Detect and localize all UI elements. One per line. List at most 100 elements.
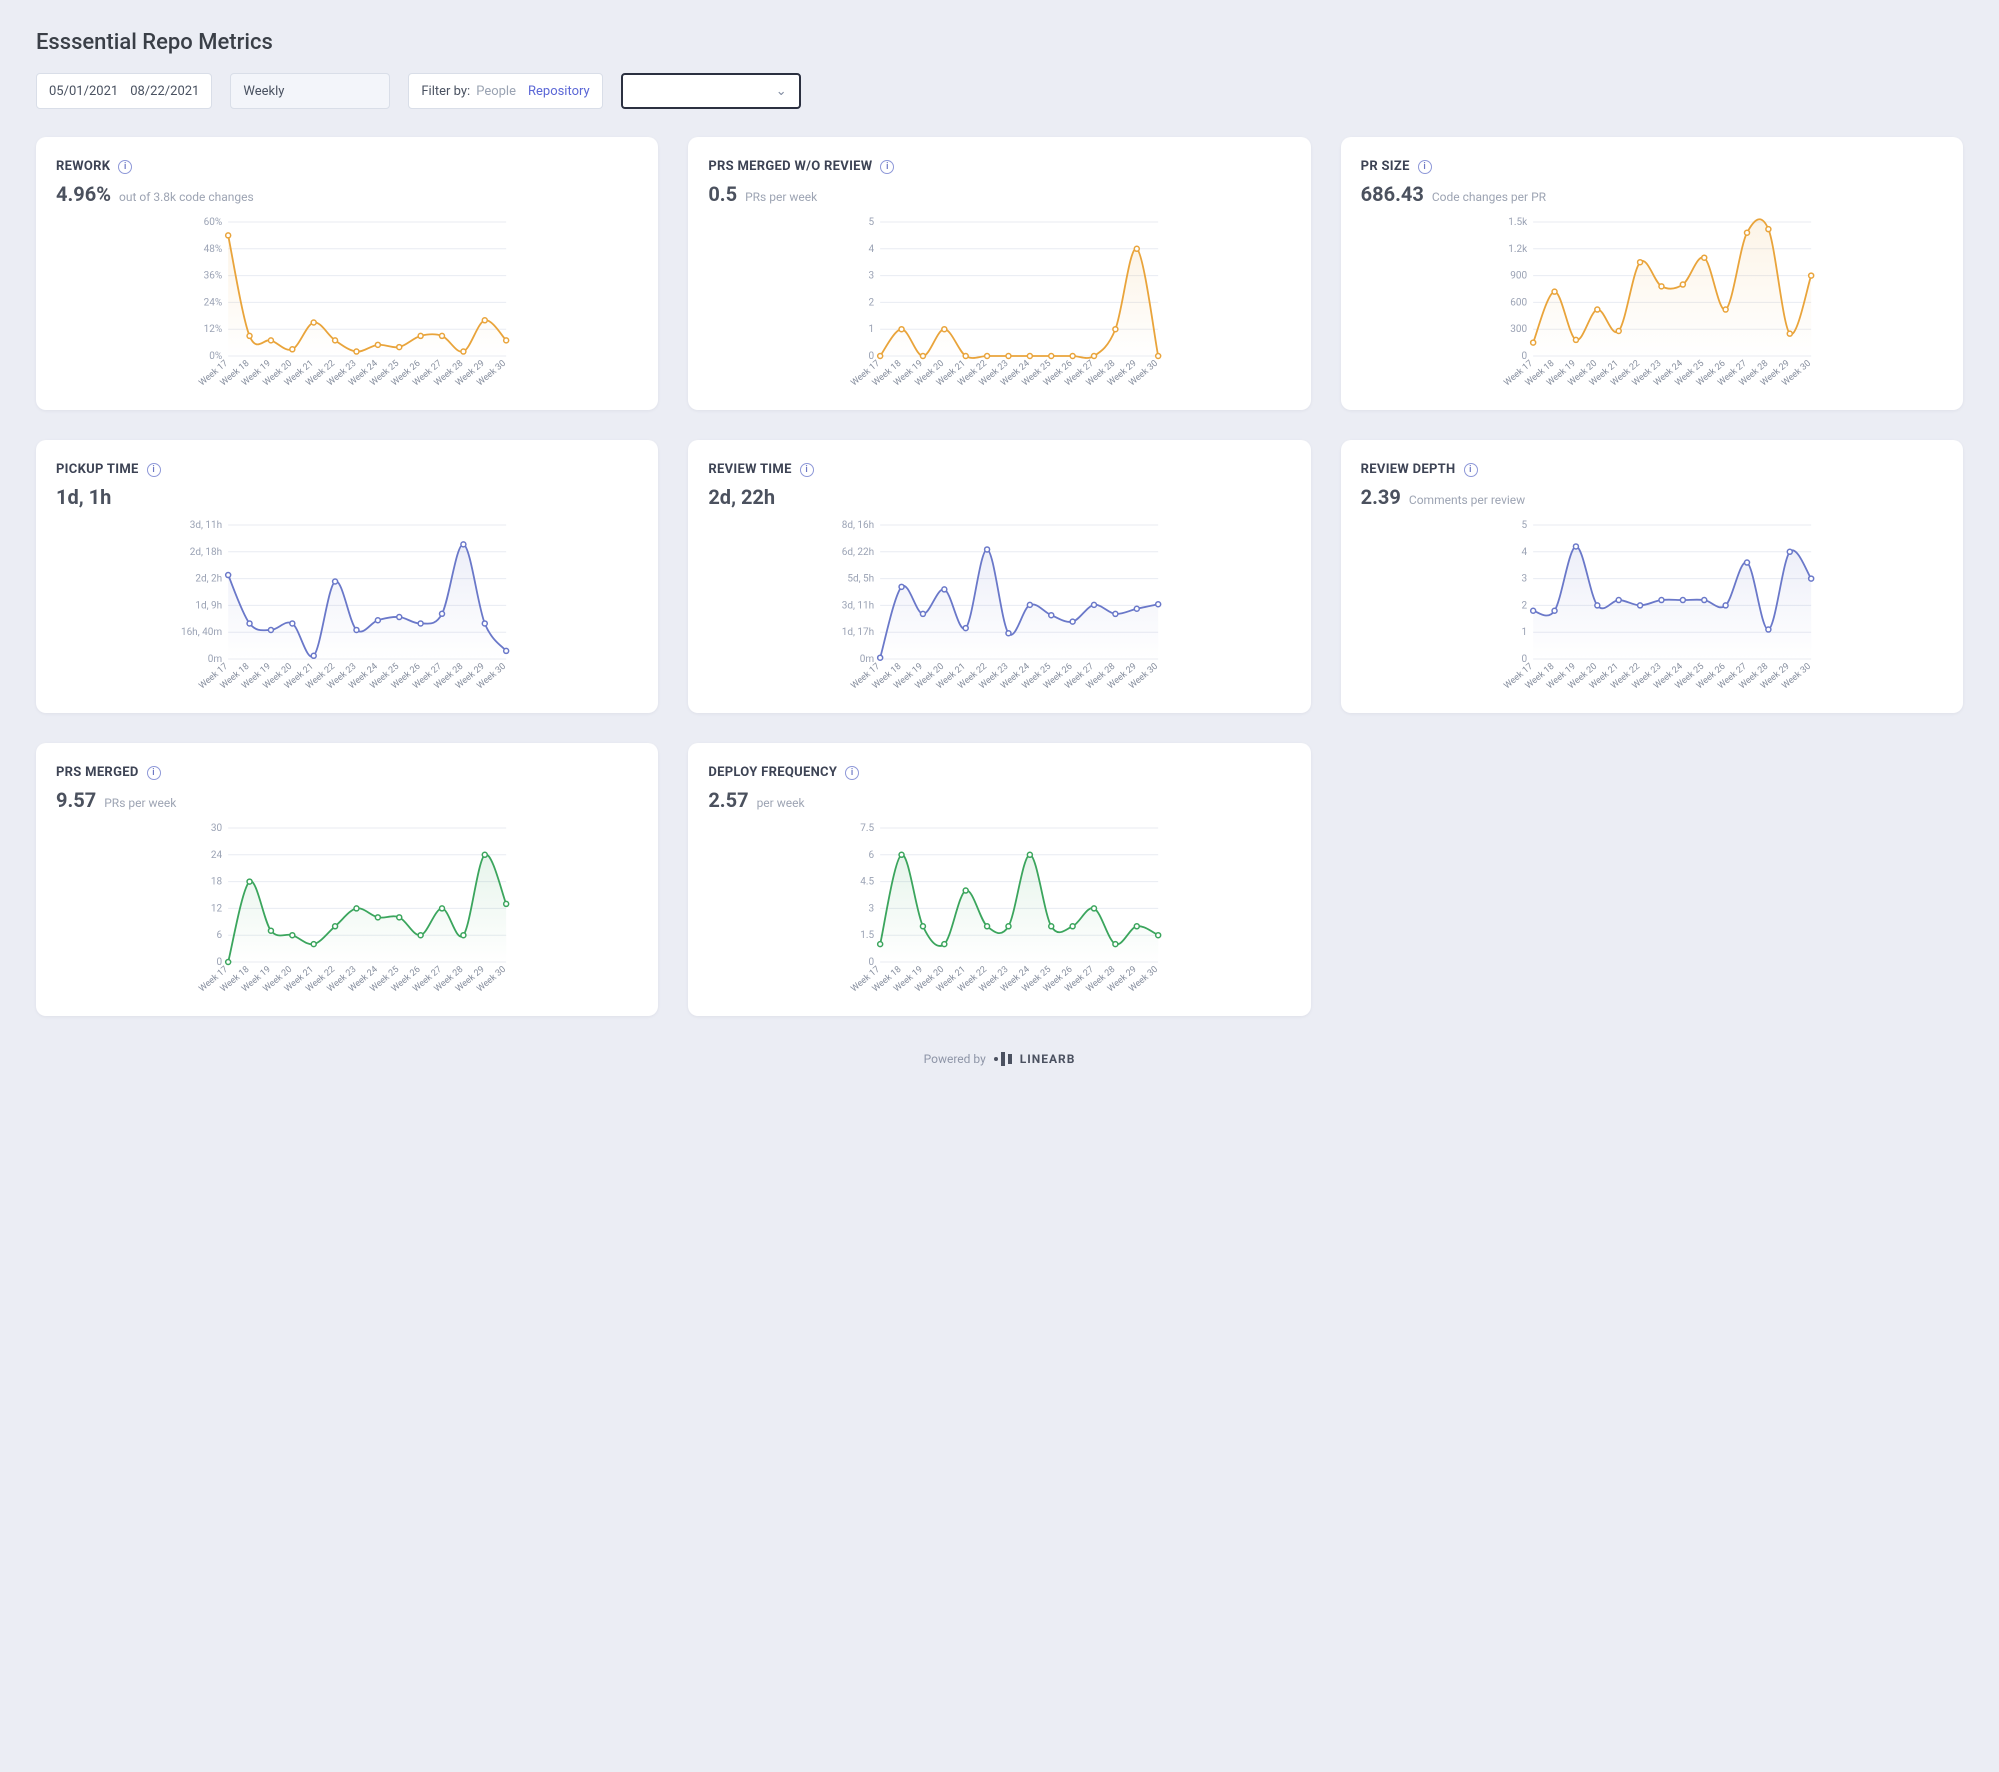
chart-pr-size: 03006009001.2k1.5k Week 17Week 18Week 19… (1361, 216, 1943, 396)
svg-text:2d, 2h: 2d, 2h (195, 574, 222, 585)
card-value-number: 2d, 22h (708, 485, 775, 509)
chart-pickup-time: 0m16h, 40m1d, 9h2d, 2h2d, 18h3d, 11h Wee… (56, 519, 638, 699)
svg-text:6: 6 (869, 850, 875, 861)
chart-wrap: 0612182430 Week 17Week 18Week 19Week 20W… (56, 822, 638, 1006)
svg-text:12: 12 (211, 903, 223, 914)
card-value: 2d, 22h (708, 485, 1290, 509)
date-from: 05/01/2021 (49, 84, 118, 99)
card-title-text: REWORK (56, 159, 110, 174)
card-pr-size: PR SIZE i 686.43 Code changes per PR 030… (1341, 137, 1963, 410)
svg-text:1: 1 (1521, 627, 1527, 638)
svg-text:1d, 17h: 1d, 17h (842, 627, 874, 638)
card-value-number: 1d, 1h (56, 485, 111, 509)
card-value-sub: PRs per week (745, 190, 817, 204)
info-icon[interactable]: i (1418, 160, 1432, 174)
info-icon[interactable]: i (147, 463, 161, 477)
svg-text:16h, 40m: 16h, 40m (181, 627, 222, 638)
chart-rework: 0%12%24%36%48%60% Week 17Week 18Week 19W… (56, 216, 638, 396)
svg-text:18: 18 (211, 877, 223, 888)
card-title: PRS MERGED W/O REVIEW i (708, 159, 1290, 174)
svg-text:5: 5 (1521, 520, 1527, 531)
svg-text:4: 4 (869, 244, 875, 255)
chart-wrap: 012345 Week 17Week 18Week 19Week 20Week … (1361, 519, 1943, 703)
filter-mode-people[interactable]: People (476, 84, 516, 99)
footer: Powered by LINEARB (36, 1052, 1963, 1066)
svg-text:36%: 36% (204, 271, 223, 282)
card-title: REVIEW DEPTH i (1361, 462, 1943, 477)
card-value: 9.57 PRs per week (56, 788, 638, 812)
card-review-time: REVIEW TIME i 2d, 22h 0m1d, 17h3d, 11h5d… (688, 440, 1310, 713)
svg-text:6: 6 (217, 930, 223, 941)
card-review-depth: REVIEW DEPTH i 2.39 Comments per review … (1341, 440, 1963, 713)
info-icon[interactable]: i (845, 766, 859, 780)
svg-text:3: 3 (869, 903, 875, 914)
chart-wrap: 0%12%24%36%48%60% Week 17Week 18Week 19W… (56, 216, 638, 400)
card-prs-merged: PRS MERGED i 9.57 PRs per week 061218243… (36, 743, 658, 1016)
granularity-select[interactable]: Weekly (230, 73, 390, 109)
filter-mode-repository[interactable]: Repository (528, 84, 590, 99)
card-value-number: 2.39 (1361, 485, 1401, 509)
info-icon[interactable]: i (147, 766, 161, 780)
card-title-text: PR SIZE (1361, 159, 1410, 174)
chart-review-time: 0m1d, 17h3d, 11h5d, 5h6d, 22h8d, 16h Wee… (708, 519, 1290, 699)
card-title: REVIEW TIME i (708, 462, 1290, 477)
svg-text:24: 24 (211, 850, 223, 861)
svg-text:2: 2 (1521, 600, 1527, 611)
card-title-text: PRS MERGED (56, 765, 139, 780)
granularity-value: Weekly (243, 84, 284, 99)
footer-text: Powered by (924, 1052, 986, 1066)
svg-text:6d, 22h: 6d, 22h (842, 547, 874, 558)
page-title: Esssential Repo Metrics (36, 30, 1963, 55)
repository-select[interactable]: ⌄ (621, 73, 801, 109)
card-title-text: REVIEW DEPTH (1361, 462, 1456, 477)
card-title: PRS MERGED i (56, 765, 638, 780)
svg-text:48%: 48% (204, 244, 223, 255)
metrics-grid: REWORK i 4.96% out of 3.8k code changes … (36, 137, 1963, 1016)
svg-text:7.5: 7.5 (861, 823, 875, 834)
card-value: 4.96% out of 3.8k code changes (56, 182, 638, 206)
svg-text:3d, 11h: 3d, 11h (842, 600, 874, 611)
chevron-down-icon: ⌄ (776, 84, 787, 99)
date-to: 08/22/2021 (130, 84, 199, 99)
card-value-number: 686.43 (1361, 182, 1424, 206)
svg-text:3d, 11h: 3d, 11h (190, 520, 222, 531)
filter-mode: Filter by: People Repository (408, 73, 602, 109)
svg-text:30: 30 (211, 823, 223, 834)
card-deploy-freq: DEPLOY FREQUENCY i 2.57 per week 01.534.… (688, 743, 1310, 1016)
date-range-picker[interactable]: 05/01/2021 08/22/2021 (36, 73, 212, 109)
card-value-sub: Code changes per PR (1432, 190, 1546, 204)
card-value-sub: Comments per review (1409, 493, 1525, 507)
card-title: REWORK i (56, 159, 638, 174)
chart-wrap: 03006009001.2k1.5k Week 17Week 18Week 19… (1361, 216, 1943, 400)
svg-text:3: 3 (869, 271, 875, 282)
info-icon[interactable]: i (800, 463, 814, 477)
svg-text:1: 1 (869, 324, 875, 335)
chart-wrap: 0m16h, 40m1d, 9h2d, 2h2d, 18h3d, 11h Wee… (56, 519, 638, 703)
chart-prs-no-review: 012345 Week 17Week 18Week 19Week 20Week … (708, 216, 1290, 396)
svg-text:1d, 9h: 1d, 9h (195, 600, 222, 611)
info-icon[interactable]: i (880, 160, 894, 174)
card-value-sub: PRs per week (104, 796, 176, 810)
svg-text:2d, 18h: 2d, 18h (190, 547, 222, 558)
svg-text:60%: 60% (204, 217, 223, 228)
card-value: 1d, 1h (56, 485, 638, 509)
brand-logo: LINEARB (994, 1052, 1076, 1066)
info-icon[interactable]: i (118, 160, 132, 174)
chart-wrap: 0m1d, 17h3d, 11h5d, 5h6d, 22h8d, 16h Wee… (708, 519, 1290, 703)
card-value: 0.5 PRs per week (708, 182, 1290, 206)
svg-text:2: 2 (869, 297, 875, 308)
card-title-text: PRS MERGED W/O REVIEW (708, 159, 872, 174)
svg-text:4: 4 (1521, 547, 1527, 558)
card-title: PICKUP TIME i (56, 462, 638, 477)
filter-label: Filter by: (421, 84, 470, 99)
svg-text:3: 3 (1521, 574, 1527, 585)
card-title-text: REVIEW TIME (708, 462, 791, 477)
card-value-number: 0.5 (708, 182, 737, 206)
svg-text:1.5k: 1.5k (1508, 217, 1528, 228)
info-icon[interactable]: i (1464, 463, 1478, 477)
card-value-number: 2.57 (708, 788, 748, 812)
card-value-number: 9.57 (56, 788, 96, 812)
svg-text:24%: 24% (204, 297, 223, 308)
chart-prs-merged: 0612182430 Week 17Week 18Week 19Week 20W… (56, 822, 638, 1002)
chart-review-depth: 012345 Week 17Week 18Week 19Week 20Week … (1361, 519, 1943, 699)
